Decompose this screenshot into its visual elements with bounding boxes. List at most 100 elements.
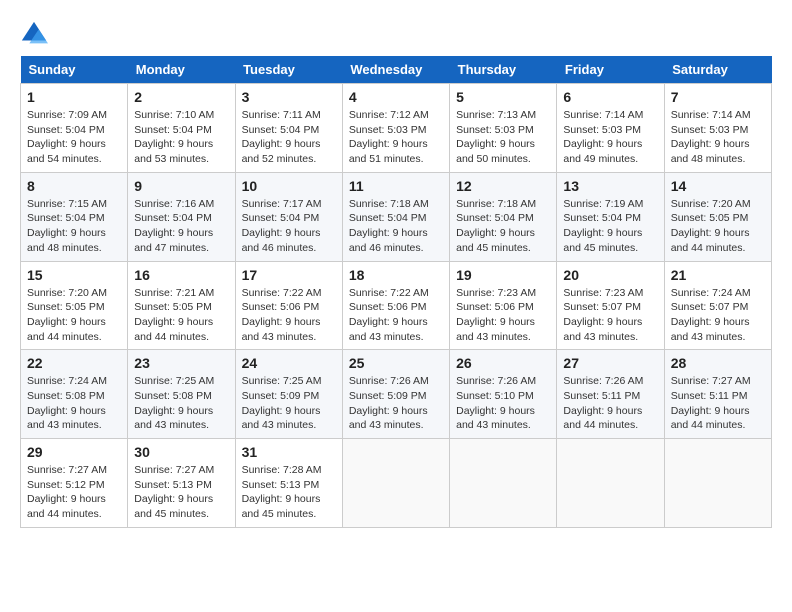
day-number: 6: [563, 89, 657, 105]
header-saturday: Saturday: [664, 56, 771, 84]
header-thursday: Thursday: [450, 56, 557, 84]
day-number: 9: [134, 178, 228, 194]
day-number: 20: [563, 267, 657, 283]
day-number: 12: [456, 178, 550, 194]
day-number: 10: [242, 178, 336, 194]
day-number: 5: [456, 89, 550, 105]
calendar-cell: 14 Sunrise: 7:20 AMSunset: 5:05 PMDayligh…: [664, 172, 771, 261]
day-number: 14: [671, 178, 765, 194]
day-number: 30: [134, 444, 228, 460]
day-info: Sunrise: 7:26 AMSunset: 5:10 PMDaylight:…: [456, 374, 550, 433]
calendar-cell: 30 Sunrise: 7:27 AMSunset: 5:13 PMDayligh…: [128, 439, 235, 528]
calendar-cell: 4 Sunrise: 7:12 AMSunset: 5:03 PMDaylight…: [342, 84, 449, 173]
day-info: Sunrise: 7:27 AMSunset: 5:13 PMDaylight:…: [134, 463, 228, 522]
day-number: 3: [242, 89, 336, 105]
day-number: 19: [456, 267, 550, 283]
day-number: 28: [671, 355, 765, 371]
calendar-week-1: 1 Sunrise: 7:09 AMSunset: 5:04 PMDaylight…: [21, 84, 772, 173]
calendar-cell: 13Sunrise: 7:19 AMSunset: 5:04 PMDayligh…: [557, 172, 664, 261]
day-info: Sunrise: 7:28 AMSunset: 5:13 PMDaylight:…: [242, 463, 336, 522]
calendar-cell: 29 Sunrise: 7:27 AMSunset: 5:12 PMDayligh…: [21, 439, 128, 528]
day-info: Sunrise: 7:20 AMSunset: 5:05 PMDaylight:…: [27, 286, 121, 345]
calendar-cell: 7 Sunrise: 7:14 AMSunset: 5:03 PMDaylight…: [664, 84, 771, 173]
calendar-cell: 20 Sunrise: 7:23 AMSunset: 5:07 PMDayligh…: [557, 261, 664, 350]
day-number: 11: [349, 178, 443, 194]
day-info: Sunrise: 7:14 AMSunset: 5:03 PMDaylight:…: [671, 108, 765, 167]
calendar-week-3: 15 Sunrise: 7:20 AMSunset: 5:05 PMDayligh…: [21, 261, 772, 350]
header-friday: Friday: [557, 56, 664, 84]
page-header: [20, 20, 772, 48]
day-info: Sunrise: 7:16 AMSunset: 5:04 PMDaylight:…: [134, 197, 228, 256]
calendar-cell: 22 Sunrise: 7:24 AMSunset: 5:08 PMDayligh…: [21, 350, 128, 439]
calendar-header-row: SundayMondayTuesdayWednesdayThursdayFrid…: [21, 56, 772, 84]
calendar-cell: 25 Sunrise: 7:26 AMSunset: 5:09 PMDayligh…: [342, 350, 449, 439]
calendar-cell: 2Sunrise: 7:10 AMSunset: 5:04 PMDaylight…: [128, 84, 235, 173]
header-tuesday: Tuesday: [235, 56, 342, 84]
calendar-cell: 8 Sunrise: 7:15 AMSunset: 5:04 PMDaylight…: [21, 172, 128, 261]
day-info: Sunrise: 7:26 AMSunset: 5:09 PMDaylight:…: [349, 374, 443, 433]
day-info: Sunrise: 7:24 AMSunset: 5:08 PMDaylight:…: [27, 374, 121, 433]
day-info: Sunrise: 7:26 AMSunset: 5:11 PMDaylight:…: [563, 374, 657, 433]
day-info: Sunrise: 7:20 AMSunset: 5:05 PMDaylight:…: [671, 197, 765, 256]
day-number: 25: [349, 355, 443, 371]
day-info: Sunrise: 7:18 AMSunset: 5:04 PMDaylight:…: [456, 197, 550, 256]
day-info: Sunrise: 7:13 AMSunset: 5:03 PMDaylight:…: [456, 108, 550, 167]
day-number: 26: [456, 355, 550, 371]
day-number: 29: [27, 444, 121, 460]
day-number: 24: [242, 355, 336, 371]
calendar-cell: [342, 439, 449, 528]
day-info: Sunrise: 7:10 AMSunset: 5:04 PMDaylight:…: [134, 108, 228, 167]
header-sunday: Sunday: [21, 56, 128, 84]
calendar-cell: [557, 439, 664, 528]
header-wednesday: Wednesday: [342, 56, 449, 84]
calendar-cell: 3Sunrise: 7:11 AMSunset: 5:04 PMDaylight…: [235, 84, 342, 173]
calendar-table: SundayMondayTuesdayWednesdayThursdayFrid…: [20, 56, 772, 528]
day-number: 1: [27, 89, 121, 105]
calendar-cell: 11 Sunrise: 7:18 AMSunset: 5:04 PMDayligh…: [342, 172, 449, 261]
day-info: Sunrise: 7:21 AMSunset: 5:05 PMDaylight:…: [134, 286, 228, 345]
day-info: Sunrise: 7:18 AMSunset: 5:04 PMDaylight:…: [349, 197, 443, 256]
day-info: Sunrise: 7:24 AMSunset: 5:07 PMDaylight:…: [671, 286, 765, 345]
calendar-cell: 28Sunrise: 7:27 AMSunset: 5:11 PMDayligh…: [664, 350, 771, 439]
calendar-cell: 19 Sunrise: 7:23 AMSunset: 5:06 PMDayligh…: [450, 261, 557, 350]
day-info: Sunrise: 7:15 AMSunset: 5:04 PMDaylight:…: [27, 197, 121, 256]
calendar-week-2: 8 Sunrise: 7:15 AMSunset: 5:04 PMDaylight…: [21, 172, 772, 261]
day-info: Sunrise: 7:25 AMSunset: 5:08 PMDaylight:…: [134, 374, 228, 433]
calendar-cell: 21 Sunrise: 7:24 AMSunset: 5:07 PMDayligh…: [664, 261, 771, 350]
day-info: Sunrise: 7:27 AMSunset: 5:12 PMDaylight:…: [27, 463, 121, 522]
calendar-cell: [664, 439, 771, 528]
calendar-cell: 18 Sunrise: 7:22 AMSunset: 5:06 PMDayligh…: [342, 261, 449, 350]
day-info: Sunrise: 7:12 AMSunset: 5:03 PMDaylight:…: [349, 108, 443, 167]
logo: [20, 20, 52, 48]
day-number: 21: [671, 267, 765, 283]
calendar-cell: 31 Sunrise: 7:28 AMSunset: 5:13 PMDayligh…: [235, 439, 342, 528]
day-number: 31: [242, 444, 336, 460]
calendar-cell: 6Sunrise: 7:14 AMSunset: 5:03 PMDaylight…: [557, 84, 664, 173]
day-number: 22: [27, 355, 121, 371]
day-info: Sunrise: 7:19 AMSunset: 5:04 PMDaylight:…: [563, 197, 657, 256]
calendar-week-4: 22 Sunrise: 7:24 AMSunset: 5:08 PMDayligh…: [21, 350, 772, 439]
calendar-cell: 23Sunrise: 7:25 AMSunset: 5:08 PMDayligh…: [128, 350, 235, 439]
calendar-cell: 5 Sunrise: 7:13 AMSunset: 5:03 PMDaylight…: [450, 84, 557, 173]
calendar-cell: 27Sunrise: 7:26 AMSunset: 5:11 PMDayligh…: [557, 350, 664, 439]
day-info: Sunrise: 7:17 AMSunset: 5:04 PMDaylight:…: [242, 197, 336, 256]
day-number: 17: [242, 267, 336, 283]
calendar-cell: 1 Sunrise: 7:09 AMSunset: 5:04 PMDaylight…: [21, 84, 128, 173]
calendar-cell: 17 Sunrise: 7:22 AMSunset: 5:06 PMDayligh…: [235, 261, 342, 350]
day-info: Sunrise: 7:22 AMSunset: 5:06 PMDaylight:…: [349, 286, 443, 345]
day-info: Sunrise: 7:23 AMSunset: 5:07 PMDaylight:…: [563, 286, 657, 345]
day-info: Sunrise: 7:25 AMSunset: 5:09 PMDaylight:…: [242, 374, 336, 433]
day-number: 18: [349, 267, 443, 283]
calendar-week-5: 29 Sunrise: 7:27 AMSunset: 5:12 PMDayligh…: [21, 439, 772, 528]
day-info: Sunrise: 7:22 AMSunset: 5:06 PMDaylight:…: [242, 286, 336, 345]
day-number: 7: [671, 89, 765, 105]
calendar-cell: 24 Sunrise: 7:25 AMSunset: 5:09 PMDayligh…: [235, 350, 342, 439]
day-info: Sunrise: 7:09 AMSunset: 5:04 PMDaylight:…: [27, 108, 121, 167]
day-number: 8: [27, 178, 121, 194]
day-number: 15: [27, 267, 121, 283]
day-number: 4: [349, 89, 443, 105]
calendar-cell: [450, 439, 557, 528]
calendar-cell: 10 Sunrise: 7:17 AMSunset: 5:04 PMDayligh…: [235, 172, 342, 261]
day-info: Sunrise: 7:23 AMSunset: 5:06 PMDaylight:…: [456, 286, 550, 345]
calendar-cell: 16Sunrise: 7:21 AMSunset: 5:05 PMDayligh…: [128, 261, 235, 350]
